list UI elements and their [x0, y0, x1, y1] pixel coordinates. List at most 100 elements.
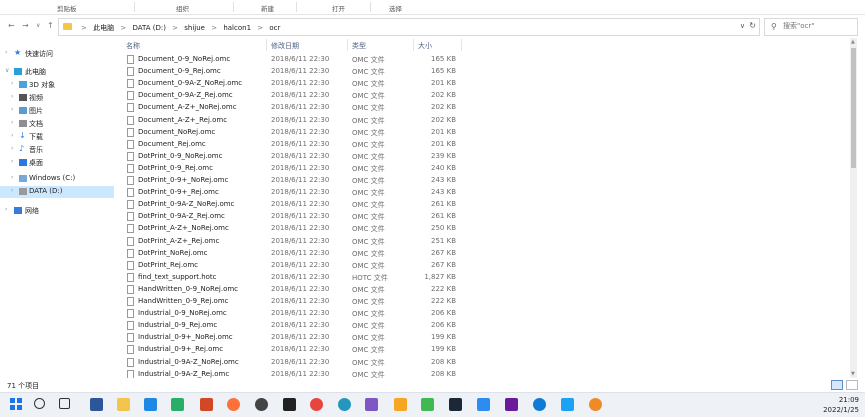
- app-icon-green[interactable]: [421, 398, 434, 411]
- refresh-icon[interactable]: ↻: [749, 21, 756, 30]
- vs-code-icon[interactable]: [505, 398, 518, 411]
- system-clock[interactable]: 21:09 2022/1/25: [823, 395, 859, 415]
- app-icon-k[interactable]: [144, 398, 157, 411]
- scrollbar-thumb[interactable]: [851, 48, 856, 168]
- file-row[interactable]: Document_0-9_NoRej.omc 2018/6/11 22:30 OMC…: [120, 54, 820, 66]
- column-divider[interactable]: [347, 39, 348, 51]
- vertical-scrollbar[interactable]: ▲ ▼: [850, 38, 857, 378]
- chevron-right-icon[interactable]: >: [211, 24, 217, 32]
- app-icon-orange[interactable]: [589, 398, 602, 411]
- expand-arrow-icon[interactable]: ›: [11, 187, 13, 194]
- chrome-icon[interactable]: [310, 398, 323, 411]
- file-row[interactable]: HandWritten_0-9_NoRej.omc 2018/6/11 22:30…: [120, 284, 820, 296]
- file-row[interactable]: Industrial_0-9_NoRej.omc 2018/6/11 22:30 O…: [120, 308, 820, 320]
- column-divider[interactable]: [461, 39, 462, 51]
- nav-item-music[interactable]: › ♪ 音乐: [0, 144, 114, 156]
- obs-icon[interactable]: [255, 398, 268, 411]
- steam-icon[interactable]: [449, 398, 462, 411]
- visual-studio-icon[interactable]: [365, 398, 378, 411]
- address-bar[interactable]: > 此电脑 > DATA (D:) > shijue > halcon1 > o…: [58, 18, 760, 36]
- windows-start-icon[interactable]: [10, 398, 23, 411]
- expand-arrow-icon[interactable]: ›: [11, 145, 13, 152]
- breadcrumb-halcon1[interactable]: halcon1: [223, 24, 251, 32]
- file-row[interactable]: DotPrint_0-9+_Rej.omc 2018/6/11 22:30 OMC …: [120, 187, 820, 199]
- nav-item-pictures[interactable]: › 图片: [0, 105, 114, 117]
- breadcrumb-data-drive[interactable]: DATA (D:): [132, 24, 165, 32]
- file-row[interactable]: Industrial_0-9_Rej.omc 2018/6/11 22:30 OMC…: [120, 320, 820, 332]
- expand-arrow-icon[interactable]: ›: [11, 158, 13, 165]
- file-row[interactable]: Document_0-9A-Z_NoRej.omc 2018/6/11 22:30…: [120, 78, 820, 90]
- up-arrow-icon[interactable]: ↑: [47, 21, 54, 30]
- file-row[interactable]: DotPrint_NoRej.omc 2018/6/11 22:30 OMC 文件 2…: [120, 248, 820, 260]
- nav-item-network[interactable]: › 网络: [0, 205, 114, 217]
- search-input[interactable]: [783, 21, 853, 31]
- file-row[interactable]: DotPrint_A-Z+_Rej.omc 2018/6/11 22:30 OMC …: [120, 236, 820, 248]
- word-icon[interactable]: [90, 398, 103, 411]
- task-view-icon[interactable]: [59, 398, 70, 409]
- app-icon-dark[interactable]: [283, 398, 296, 411]
- edge-icon-2[interactable]: [533, 398, 546, 411]
- file-row[interactable]: DotPrint_Rej.omc 2018/6/11 22:30 OMC 文件 267…: [120, 260, 820, 272]
- nav-item-downloads[interactable]: › ↓ 下载: [0, 131, 114, 143]
- expand-arrow-icon[interactable]: ›: [11, 174, 13, 181]
- file-row[interactable]: DotPrint_0-9+_NoRej.omc 2018/6/11 22:30 OM…: [120, 175, 820, 187]
- nav-item-quick-access[interactable]: › ★ 快速访问: [0, 48, 114, 60]
- column-header-name[interactable]: 名称: [126, 41, 140, 51]
- file-row[interactable]: find_text_support.hotc 2018/6/11 22:30 HOT…: [120, 272, 820, 284]
- file-row[interactable]: Document_Rej.omc 2018/6/11 22:30 OMC 文件 201…: [120, 139, 820, 151]
- nav-item-this-pc[interactable]: ∨ 此电脑: [0, 66, 114, 78]
- firefox-icon[interactable]: [227, 398, 240, 411]
- app-icon-blue[interactable]: [477, 398, 490, 411]
- column-divider[interactable]: [266, 39, 267, 51]
- expand-arrow-icon[interactable]: ›: [11, 132, 13, 139]
- file-row[interactable]: Document_NoRej.omc 2018/6/11 22:30 OMC 文件 2…: [120, 127, 820, 139]
- expand-arrow-icon[interactable]: ›: [11, 106, 13, 113]
- recent-locations-chevron-icon[interactable]: ∨: [36, 22, 40, 29]
- powerpoint-icon[interactable]: [200, 398, 213, 411]
- file-row[interactable]: DotPrint_0-9_Rej.omc 2018/6/11 22:30 OMC 文…: [120, 163, 820, 175]
- expand-arrow-icon[interactable]: ›: [5, 206, 7, 213]
- app-icon-amber[interactable]: [394, 398, 407, 411]
- details-view-icon[interactable]: [831, 380, 843, 390]
- expand-arrow-icon[interactable]: ›: [11, 80, 13, 87]
- file-row[interactable]: Industrial_0-9+_NoRej.omc 2018/6/11 22:30…: [120, 332, 820, 344]
- file-row[interactable]: DotPrint_0-9_NoRej.omc 2018/6/11 22:30 OMC…: [120, 151, 820, 163]
- breadcrumb-ocr[interactable]: ocr: [269, 24, 280, 32]
- chevron-right-icon[interactable]: >: [257, 24, 263, 32]
- expand-arrow-icon[interactable]: ›: [11, 119, 13, 126]
- search-icon[interactable]: [34, 398, 45, 409]
- file-row[interactable]: Document_A-Z+_NoRej.omc 2018/6/11 22:30 OM…: [120, 102, 820, 114]
- file-row[interactable]: Document_A-Z+_Rej.omc 2018/6/11 22:30 OMC …: [120, 115, 820, 127]
- file-row[interactable]: Document_0-9A-Z_Rej.omc 2018/6/11 22:30 OM…: [120, 90, 820, 102]
- search-box[interactable]: ⚲: [764, 18, 858, 36]
- back-arrow-icon[interactable]: ←: [8, 21, 15, 30]
- file-row[interactable]: Document_0-9_Rej.omc 2018/6/11 22:30 OMC 文…: [120, 66, 820, 78]
- column-header-size[interactable]: 大小: [418, 41, 432, 51]
- file-row[interactable]: DotPrint_0-9A-Z_Rej.omc 2018/6/11 22:30 OM…: [120, 211, 820, 223]
- column-header-date[interactable]: 修改日期: [271, 41, 299, 51]
- nav-item-3d-objects[interactable]: › 3D 对象: [0, 79, 114, 91]
- chevron-right-icon[interactable]: >: [120, 24, 126, 32]
- breadcrumb-shijue[interactable]: shijue: [184, 24, 205, 32]
- forward-arrow-icon[interactable]: →: [22, 21, 29, 30]
- file-row[interactable]: Industrial_0-9A-Z_NoRej.omc 2018/6/11 22:…: [120, 357, 820, 369]
- nav-item-windows-c[interactable]: › Windows (C:): [0, 173, 114, 185]
- column-divider[interactable]: [413, 39, 414, 51]
- expand-arrow-icon[interactable]: ›: [11, 93, 13, 100]
- file-row[interactable]: HandWritten_0-9_Rej.omc 2018/6/11 22:30 OM…: [120, 296, 820, 308]
- file-explorer-icon[interactable]: [117, 398, 130, 411]
- file-row[interactable]: DotPrint_0-9A-Z_NoRej.omc 2018/6/11 22:30…: [120, 199, 820, 211]
- edge-icon[interactable]: [338, 398, 351, 411]
- scroll-down-icon[interactable]: ▼: [851, 371, 855, 377]
- large-icons-view-icon[interactable]: [846, 380, 858, 390]
- expand-arrow-icon[interactable]: ›: [5, 49, 7, 56]
- breadcrumb-this-pc[interactable]: 此电脑: [93, 24, 114, 32]
- file-row[interactable]: Industrial_0-9+_Rej.omc 2018/6/11 22:30 OM…: [120, 344, 820, 356]
- nav-item-data-d[interactable]: › DATA (D:): [0, 186, 114, 198]
- column-header-type[interactable]: 类型: [352, 41, 366, 51]
- file-row[interactable]: DotPrint_A-Z+_NoRej.omc 2018/6/11 22:30 OM…: [120, 223, 820, 235]
- nav-item-documents[interactable]: › 文档: [0, 118, 114, 130]
- address-dropdown-icon[interactable]: ∨: [740, 22, 745, 30]
- scroll-up-icon[interactable]: ▲: [851, 39, 855, 45]
- collapse-arrow-icon[interactable]: ∨: [5, 67, 9, 74]
